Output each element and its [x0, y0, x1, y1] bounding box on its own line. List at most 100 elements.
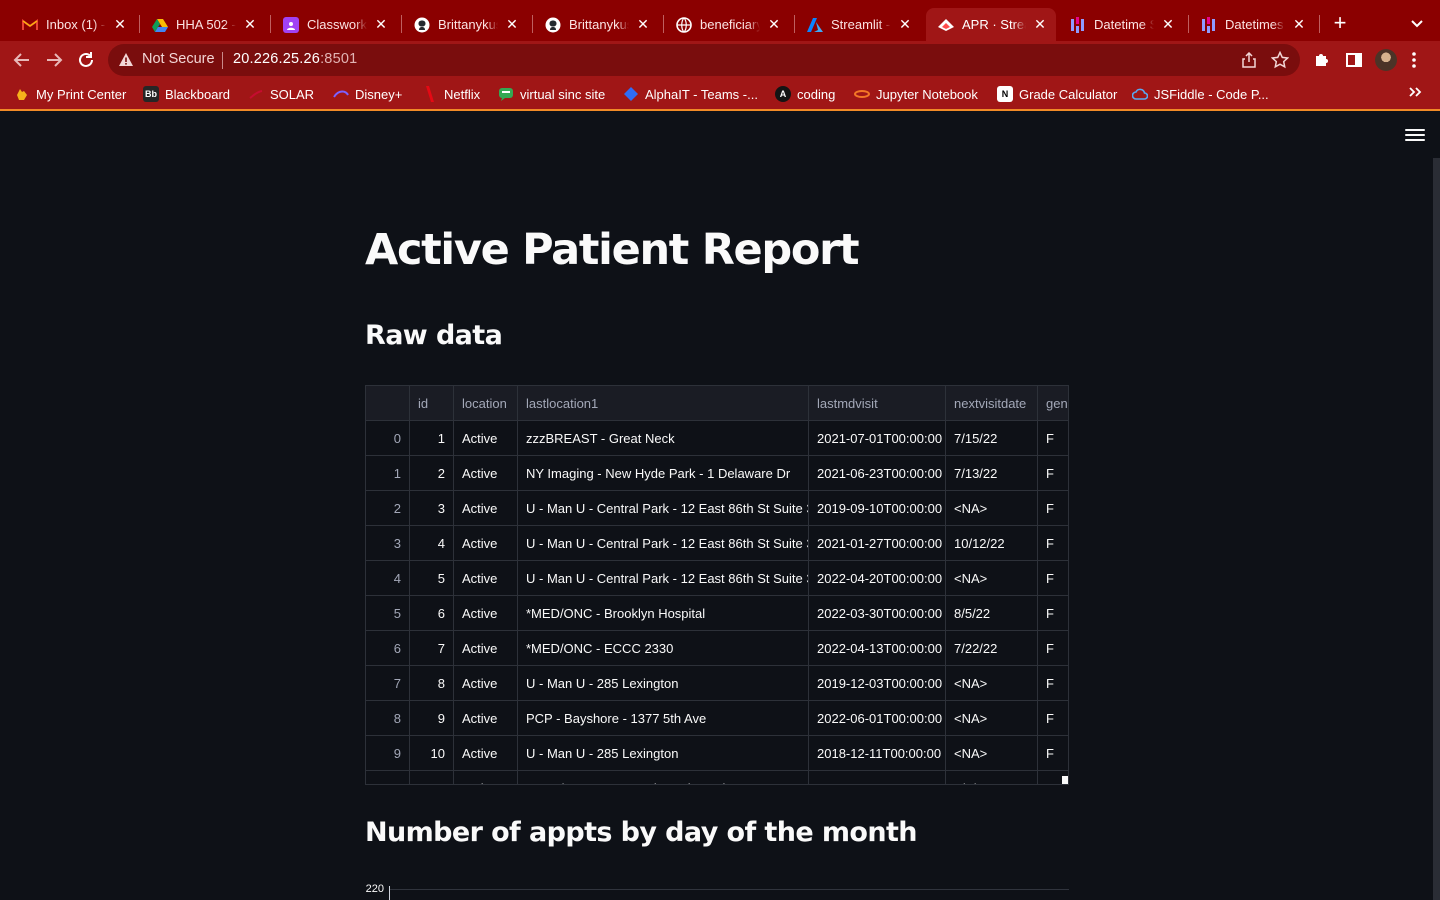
- warning-icon[interactable]: [118, 52, 134, 68]
- bookmark-disney-plus[interactable]: Disney+: [333, 85, 402, 103]
- table-cell[interactable]: Active: [454, 631, 518, 666]
- page-scrollbar[interactable]: [1433, 158, 1440, 900]
- table-cell[interactable]: Active: [454, 526, 518, 561]
- row-index[interactable]: 0: [366, 421, 410, 456]
- table-cell[interactable]: Active: [454, 456, 518, 491]
- dataframe[interactable]: id location lastlocation1 lastmdvisit nextvi…: [365, 385, 1069, 785]
- table-cell[interactable]: <NA>: [946, 736, 1038, 771]
- close-icon[interactable]: ✕: [242, 16, 258, 33]
- table-cell[interactable]: U - Man U - 285 Lexington: [518, 736, 809, 771]
- table-cell[interactable]: F: [1038, 491, 1068, 526]
- puzzle-icon[interactable]: [1313, 51, 1331, 69]
- close-icon[interactable]: ✕: [373, 16, 389, 33]
- table-cell[interactable]: 2022-05-17T00:00:00: [809, 771, 946, 784]
- bookmark-jsfiddle[interactable]: JSFiddle - Code P...: [1132, 85, 1269, 103]
- table-cell[interactable]: F: [1038, 596, 1068, 631]
- table-cell[interactable]: <NA>: [946, 491, 1038, 526]
- table-cell[interactable]: F: [1038, 526, 1068, 561]
- table-cell[interactable]: PCP - Bayshore - 1377 5th Ave: [518, 701, 809, 736]
- tab-8[interactable]: Datetime Su ✕: [1058, 8, 1184, 41]
- table-cell[interactable]: F: [1038, 421, 1068, 456]
- bookmark-blackboard[interactable]: Bb Blackboard: [143, 85, 230, 103]
- close-icon[interactable]: ✕: [766, 16, 782, 33]
- table-cell[interactable]: 8/5/22: [946, 596, 1038, 631]
- row-index[interactable]: 5: [366, 596, 410, 631]
- close-icon[interactable]: ✕: [112, 16, 128, 33]
- row-index[interactable]: 8: [366, 701, 410, 736]
- bookmark-my-print-center[interactable]: My Print Center: [14, 85, 126, 103]
- column-header[interactable]: lastlocation1: [518, 386, 809, 421]
- table-cell[interactable]: Active: [454, 701, 518, 736]
- table-cell[interactable]: 4: [410, 526, 454, 561]
- table-cell[interactable]: F: [1038, 456, 1068, 491]
- table-cell[interactable]: 2: [410, 456, 454, 491]
- column-header[interactable]: [366, 386, 410, 421]
- table-cell[interactable]: 10: [410, 736, 454, 771]
- table-cell[interactable]: U - Man U - Central Park - 12 East 86th …: [518, 491, 809, 526]
- avatar[interactable]: [1375, 49, 1397, 71]
- bookmark-solar[interactable]: SOLAR: [248, 85, 314, 103]
- tab-5[interactable]: beneficiary- ✕: [664, 8, 790, 41]
- table-cell[interactable]: F: [1038, 666, 1068, 701]
- tab-9[interactable]: Datetimes a ✕: [1189, 8, 1315, 41]
- table-cell[interactable]: F: [1038, 561, 1068, 596]
- tab-search-button[interactable]: [1408, 14, 1426, 32]
- table-cell[interactable]: <NA>: [946, 561, 1038, 596]
- column-header[interactable]: id: [410, 386, 454, 421]
- table-cell[interactable]: 9: [410, 701, 454, 736]
- url-text[interactable]: 20.226.25.26:8501: [233, 51, 357, 67]
- tab-2[interactable]: Classwork f ✕: [271, 8, 397, 41]
- star-icon[interactable]: [1270, 50, 1290, 69]
- column-header[interactable]: nextvisitdate: [946, 386, 1038, 421]
- table-cell[interactable]: 11: [410, 771, 454, 784]
- tab-0[interactable]: Inbox (1) - b ✕: [10, 8, 136, 41]
- tab-7[interactable]: APR · Strea ✕: [926, 8, 1056, 41]
- table-cell[interactable]: 2021-01-27T00:00:00: [809, 526, 946, 561]
- table-cell[interactable]: Active: [454, 561, 518, 596]
- table-cell[interactable]: 7/22/22: [946, 631, 1038, 666]
- table-cell[interactable]: 2022-06-01T00:00:00: [809, 701, 946, 736]
- table-cell[interactable]: 3: [410, 491, 454, 526]
- table-cell[interactable]: zzzBREAST - Great Neck: [518, 421, 809, 456]
- tab-3[interactable]: Brittanykus ✕: [402, 8, 528, 41]
- table-cell[interactable]: 7/15/22: [946, 421, 1038, 456]
- table-cell[interactable]: 7/13/22: [946, 456, 1038, 491]
- close-icon[interactable]: ✕: [1032, 16, 1048, 33]
- kebab-menu-icon[interactable]: [1411, 51, 1419, 69]
- tab-1[interactable]: HHA 502 - G ✕: [140, 8, 266, 41]
- table-cell[interactable]: U - Man U - Central Park - 12 East 86th …: [518, 526, 809, 561]
- back-button[interactable]: [12, 50, 32, 70]
- table-cell[interactable]: <NA>: [946, 666, 1038, 701]
- table-cell[interactable]: <NA>: [946, 701, 1038, 736]
- table-cell[interactable]: Active: [454, 666, 518, 701]
- table-cell[interactable]: 6: [410, 596, 454, 631]
- row-index[interactable]: 6: [366, 631, 410, 666]
- bookmark-alphait-teams[interactable]: AlphaIT - Teams -...: [623, 85, 758, 103]
- table-cell[interactable]: F: [1038, 631, 1068, 666]
- forward-button[interactable]: [44, 50, 64, 70]
- table-cell[interactable]: F: [1038, 701, 1068, 736]
- table-cell[interactable]: *MED/ONC - New Hyde Park - Delaware Dr: [518, 771, 809, 784]
- column-header[interactable]: gen: [1038, 386, 1068, 421]
- table-cell[interactable]: 2018-12-11T00:00:00: [809, 736, 946, 771]
- table-cell[interactable]: 10/12/22: [946, 526, 1038, 561]
- bookmark-grade-calculator[interactable]: N Grade Calculator: [997, 85, 1117, 103]
- dataframe-resize-handle[interactable]: [1062, 776, 1068, 784]
- table-cell[interactable]: Active: [454, 736, 518, 771]
- close-icon[interactable]: ✕: [504, 16, 520, 33]
- table-cell[interactable]: Active: [454, 421, 518, 456]
- table-cell[interactable]: Active: [454, 491, 518, 526]
- table-cell[interactable]: Active: [454, 596, 518, 631]
- tab-6[interactable]: Streamlit - F ✕: [795, 8, 921, 41]
- bookmark-virtual-sinc-site[interactable]: virtual sinc site: [498, 85, 605, 103]
- column-header[interactable]: lastmdvisit: [809, 386, 946, 421]
- close-icon[interactable]: ✕: [1160, 16, 1176, 33]
- table-cell[interactable]: 2021-07-01T00:00:00: [809, 421, 946, 456]
- table-cell[interactable]: 2022-04-20T00:00:00: [809, 561, 946, 596]
- row-index[interactable]: 1: [366, 456, 410, 491]
- table-cell[interactable]: 5: [410, 561, 454, 596]
- main-menu-button[interactable]: [1405, 129, 1425, 145]
- row-index[interactable]: 9: [366, 736, 410, 771]
- bookmark-netflix[interactable]: Netflix: [422, 85, 480, 103]
- table-cell[interactable]: 8: [410, 666, 454, 701]
